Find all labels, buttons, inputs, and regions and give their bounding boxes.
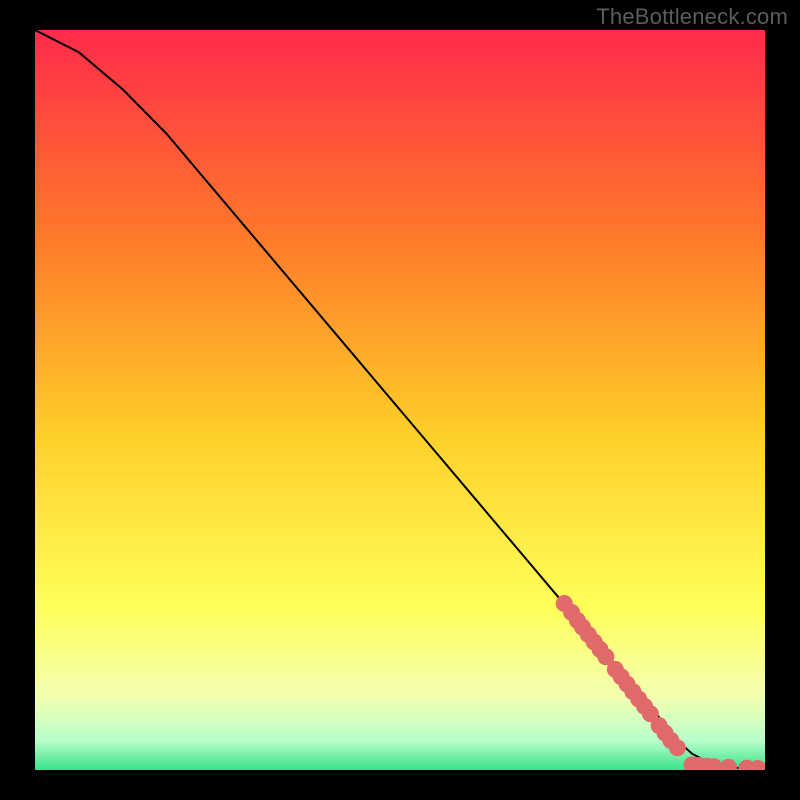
chart-root: TheBottleneck.com — [0, 0, 800, 800]
plot-canvas — [35, 30, 765, 770]
gradient-background — [35, 30, 765, 770]
watermark-text: TheBottleneck.com — [596, 4, 788, 30]
plot-area — [35, 30, 765, 770]
data-marker — [669, 739, 686, 756]
